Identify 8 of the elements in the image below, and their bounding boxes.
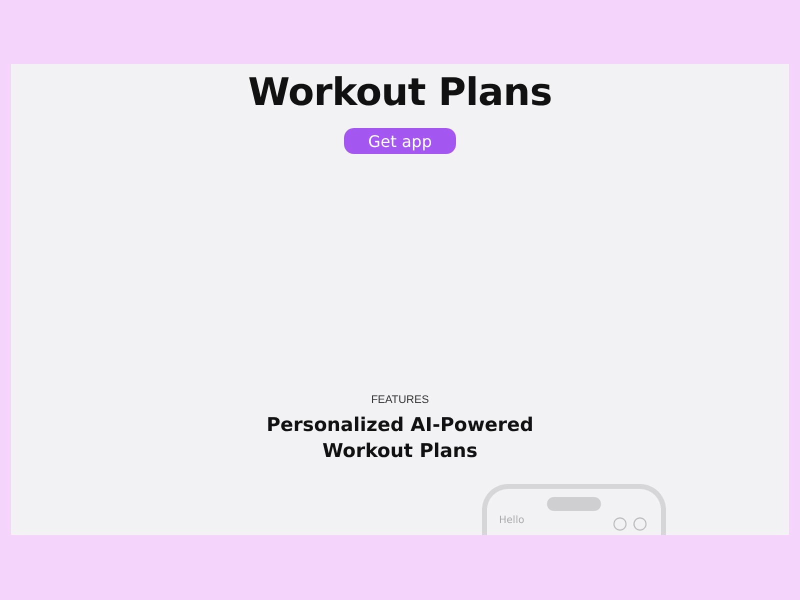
- get-app-button[interactable]: Get app: [344, 128, 456, 154]
- section-eyebrow: FEATURES: [371, 394, 429, 406]
- circle-icon[interactable]: [613, 517, 627, 532]
- hero-title: Workout Plans: [248, 69, 552, 116]
- greeting-text: Hello: [499, 515, 524, 526]
- section-heading: Personalized AI-Powered Workout Plans: [265, 413, 534, 464]
- dynamic-island: [547, 497, 601, 512]
- circle-icon[interactable]: [633, 517, 647, 532]
